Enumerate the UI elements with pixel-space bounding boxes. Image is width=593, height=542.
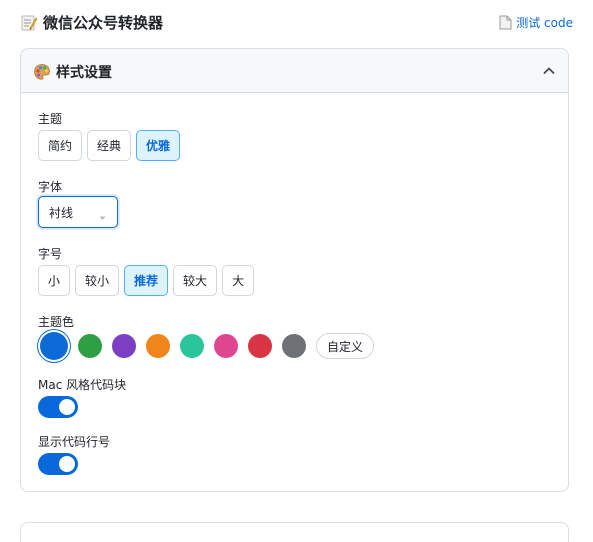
theme-option-elegant[interactable]: 优雅 xyxy=(136,130,181,161)
color-swatch-red[interactable] xyxy=(248,334,272,358)
font-select-value: 衬线 xyxy=(49,205,74,220)
caret-down-icon xyxy=(99,210,106,220)
color-swatch-blue[interactable] xyxy=(40,332,68,360)
mac-code-block-toggle[interactable] xyxy=(38,396,78,418)
font-label: 字体 xyxy=(38,180,63,194)
theme-options: 简约 经典 优雅 xyxy=(38,130,181,161)
toggle-knob xyxy=(59,456,75,472)
theme-color-label: 主题色 xyxy=(38,315,75,329)
line-numbers-label: 显示代码行号 xyxy=(38,435,111,449)
test-code-link[interactable]: 测试 code xyxy=(499,14,573,31)
panel-title: 样式设置 xyxy=(33,62,112,82)
panel-title-text: 样式设置 xyxy=(56,65,112,81)
chevron-up-icon[interactable] xyxy=(542,63,556,77)
app-title: 微信公众号转换器 xyxy=(20,12,163,33)
color-swatch-pink[interactable] xyxy=(214,334,238,358)
toggle-knob xyxy=(59,399,75,415)
color-swatch-purple[interactable] xyxy=(112,334,136,358)
theme-color-swatches: 自定义 xyxy=(38,332,375,360)
font-size-option-small[interactable]: 小 xyxy=(38,265,71,296)
font-select[interactable]: 衬线 xyxy=(38,196,118,228)
app-title-text: 微信公众号转换器 xyxy=(43,14,164,32)
mac-code-block-label: Mac 风格代码块 xyxy=(38,378,127,392)
font-size-options: 小 较小 推荐 较大 大 xyxy=(38,265,255,296)
font-size-option-recommended[interactable]: 推荐 xyxy=(124,265,169,296)
style-settings-header[interactable]: 样式设置 xyxy=(21,49,568,93)
theme-option-simple[interactable]: 简约 xyxy=(38,130,83,161)
palette-icon xyxy=(33,63,51,81)
font-size-option-large[interactable]: 大 xyxy=(222,265,255,296)
font-size-option-smaller[interactable]: 较小 xyxy=(75,265,120,296)
app-header: 微信公众号转换器 测试 code xyxy=(20,8,573,36)
color-swatch-green[interactable] xyxy=(78,334,102,358)
color-swatch-gray[interactable] xyxy=(282,334,306,358)
line-numbers-toggle[interactable] xyxy=(38,453,78,475)
color-swatch-teal[interactable] xyxy=(180,334,204,358)
style-settings-panel: 样式设置 主题 简约 经典 优雅 字体 衬线 字号 小 较小 推荐 较大 大 主… xyxy=(20,48,569,492)
font-size-option-larger[interactable]: 较大 xyxy=(173,265,218,296)
theme-label: 主题 xyxy=(38,112,63,126)
memo-icon xyxy=(20,14,38,32)
test-code-label: 测试 code xyxy=(516,16,573,30)
color-swatch-orange[interactable] xyxy=(146,334,170,358)
font-size-label: 字号 xyxy=(38,247,63,261)
document-icon xyxy=(499,15,512,30)
theme-option-classic[interactable]: 经典 xyxy=(87,130,132,161)
next-panel-edge xyxy=(20,522,569,542)
custom-color-button[interactable]: 自定义 xyxy=(316,333,375,359)
